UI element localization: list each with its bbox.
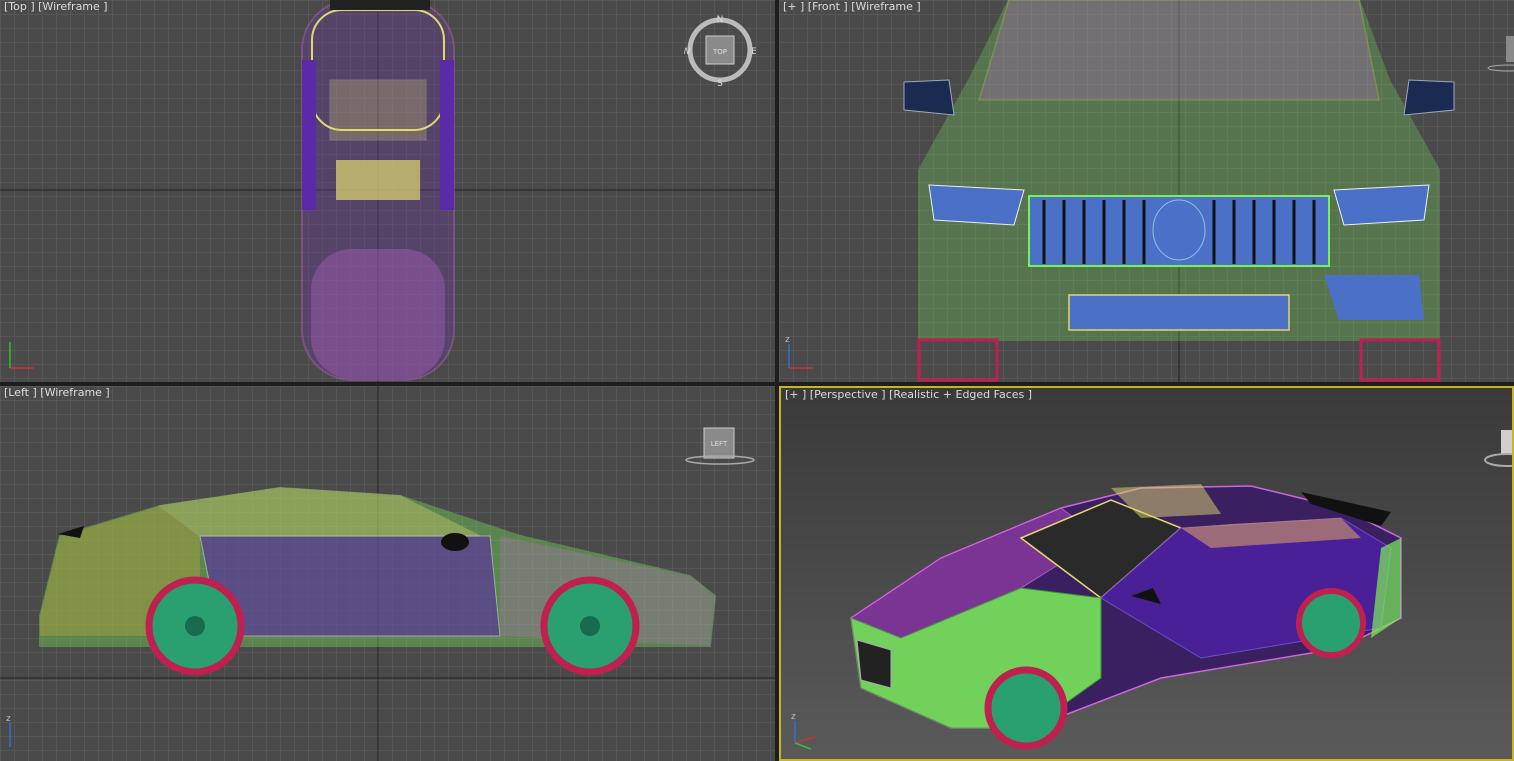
- svg-text:z: z: [791, 712, 796, 722]
- viewcube-left[interactable]: LEFT: [684, 426, 760, 468]
- viewcube-perspective[interactable]: [1481, 428, 1514, 472]
- viewport-label-top[interactable]: [Top ] [Wireframe ]: [4, 0, 108, 13]
- svg-text:N: N: [717, 15, 724, 25]
- perspective-view-scene: [849, 484, 1402, 750]
- viewport-top[interactable]: [Top ] [Wireframe ] TOP N S E W: [0, 0, 775, 382]
- viewcube-top-face-label: TOP: [712, 48, 727, 56]
- car-perspective-render: [849, 484, 1402, 750]
- axis-gizmo-left: z: [6, 714, 11, 747]
- viewcube-left-face-label: LEFT: [711, 440, 728, 448]
- svg-text:z: z: [785, 335, 790, 345]
- car-front-wireframe: [903, 0, 1455, 382]
- viewport-front[interactable]: [+ ] [Front ] [Wireframe ] z: [779, 0, 1514, 382]
- axis-gizmo-front: z: [785, 335, 813, 369]
- front-view-scene: [903, 0, 1455, 382]
- viewcube-front[interactable]: [1484, 30, 1514, 74]
- svg-text:S: S: [717, 79, 723, 86]
- viewport-left[interactable]: [Left ] [Wireframe ] LEFT z: [0, 386, 775, 761]
- car-side-wireframe: [39, 486, 717, 676]
- axis-gizmo-top: [9, 342, 34, 369]
- left-view-scene: [0, 386, 775, 761]
- viewcube-top[interactable]: TOP N S E W: [684, 14, 756, 86]
- top-view-scene: [0, 0, 775, 382]
- viewport-label-front[interactable]: [+ ] [Front ] [Wireframe ]: [783, 0, 921, 13]
- svg-text:W: W: [684, 47, 691, 57]
- viewport-label-perspective[interactable]: [+ ] [Perspective ] [Realistic + Edged F…: [785, 388, 1032, 401]
- viewport-perspective[interactable]: [+ ] [Perspective ] [Realistic + Edged F…: [779, 386, 1514, 761]
- viewport-label-left[interactable]: [Left ] [Wireframe ]: [4, 386, 110, 399]
- axis-gizmo-perspective: z: [791, 712, 816, 750]
- car-top-wireframe: [301, 0, 455, 381]
- svg-text:E: E: [751, 47, 756, 57]
- svg-text:z: z: [6, 714, 11, 724]
